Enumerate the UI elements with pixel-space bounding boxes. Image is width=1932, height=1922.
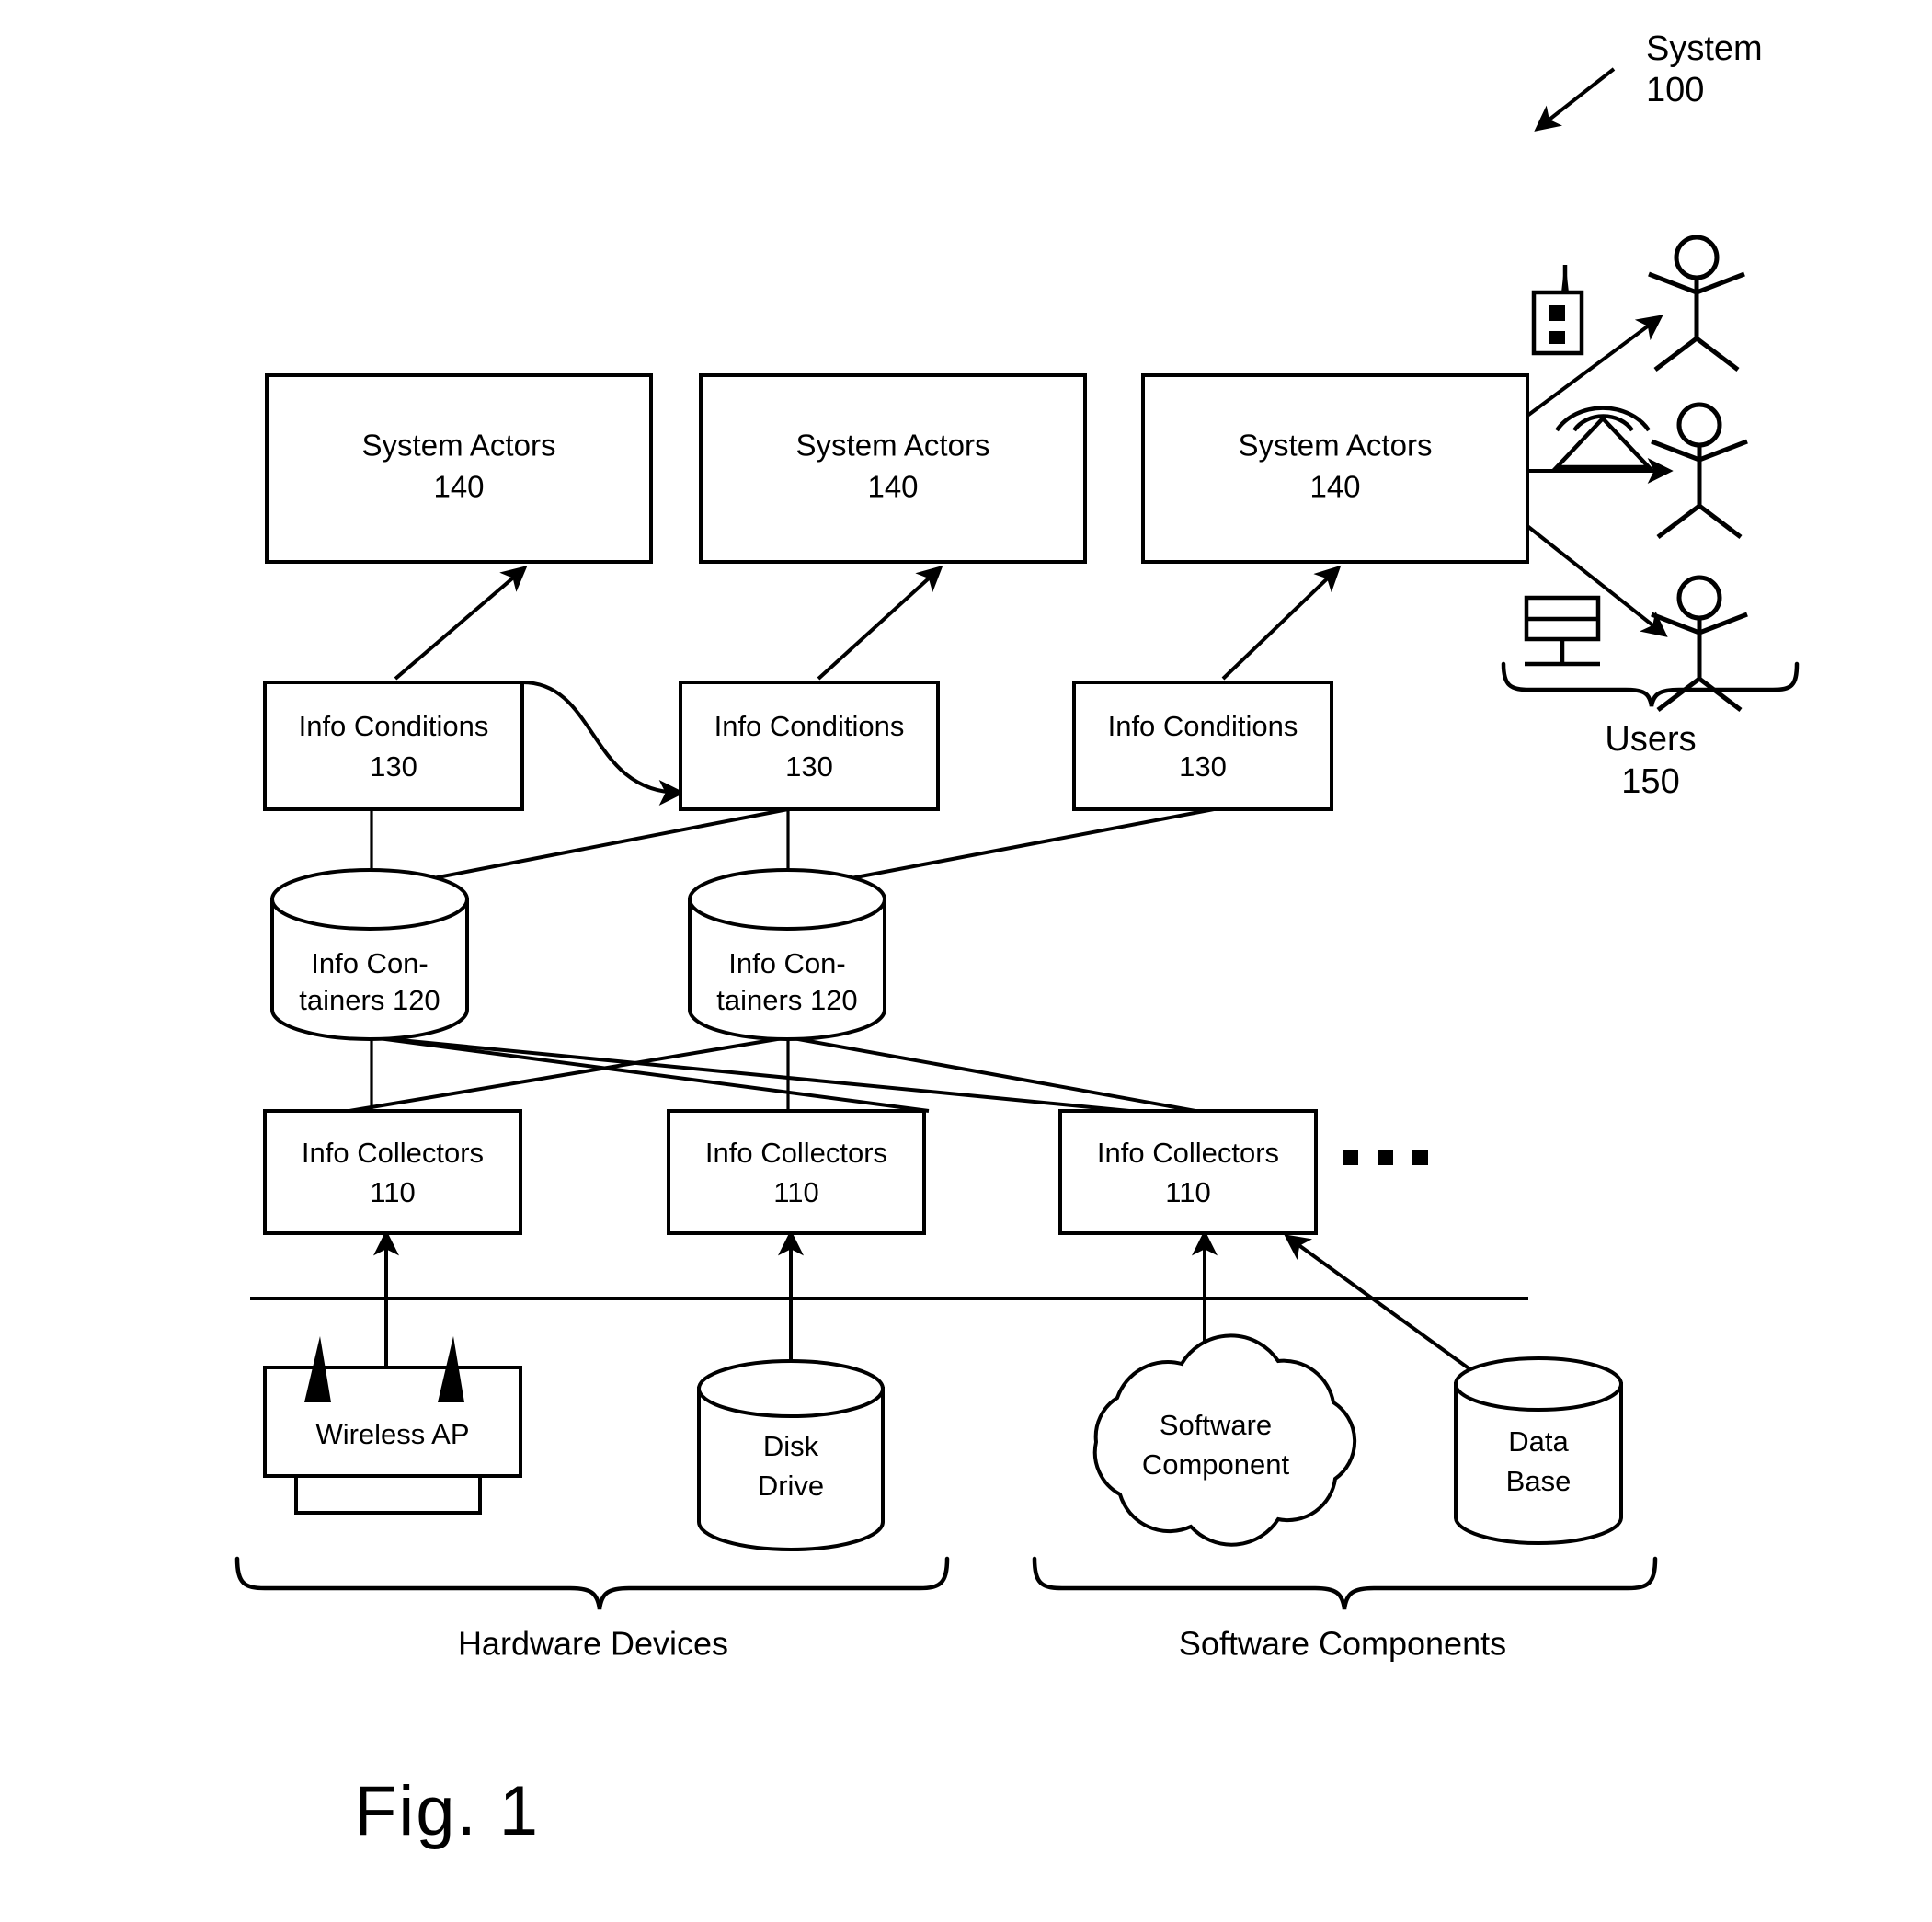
telephone-icon bbox=[1551, 406, 1654, 470]
info-containers-line2-2: tainers 120 bbox=[716, 984, 857, 1016]
stick-figure-icon-1 bbox=[1648, 235, 1745, 372]
info-collectors-ref-1: 110 bbox=[370, 1176, 415, 1208]
system-callout-label: System bbox=[1646, 29, 1763, 68]
database-node[interactable]: Data Base bbox=[1454, 1356, 1623, 1545]
system-actors-box-1[interactable]: System Actors 140 bbox=[265, 373, 653, 564]
info-collectors-box-2[interactable]: Info Collectors 110 bbox=[667, 1109, 926, 1235]
info-collectors-box-3[interactable]: Info Collectors 110 bbox=[1058, 1109, 1318, 1235]
connector-cond3-to-actor3 bbox=[1221, 565, 1342, 681]
info-collectors-title-1: Info Collectors bbox=[302, 1137, 484, 1169]
info-conditions-box-2[interactable]: Info Conditions 130 bbox=[679, 681, 940, 811]
info-collectors-box-1[interactable]: Info Collectors 110 bbox=[263, 1109, 522, 1235]
system-actors-title-3: System Actors bbox=[1239, 429, 1433, 463]
info-conditions-ref-1: 130 bbox=[370, 750, 417, 783]
software-component-node[interactable]: Software Component bbox=[1092, 1333, 1357, 1547]
software-component-line2: Component bbox=[1142, 1448, 1290, 1481]
connector-actor3-to-user1 bbox=[1526, 315, 1663, 418]
info-containers-line2-1: tainers 120 bbox=[299, 984, 440, 1016]
connector-container1-to-collector3b bbox=[371, 1035, 1196, 1119]
users-ref: 150 bbox=[1621, 762, 1679, 801]
info-collectors-title-3: Info Collectors bbox=[1097, 1137, 1279, 1169]
software-components-label: Software Components bbox=[1179, 1625, 1506, 1663]
info-containers-cylinder-1[interactable]: Info Con- tainers 120 bbox=[270, 868, 469, 1041]
disk-drive-line2: Drive bbox=[758, 1470, 824, 1502]
connector-cond1-to-cond2-curve bbox=[521, 681, 685, 806]
users-label: Users bbox=[1605, 720, 1696, 759]
system-actors-ref-2: 140 bbox=[867, 470, 918, 504]
info-collectors-ref-3: 110 bbox=[1165, 1176, 1210, 1208]
system-callout-arrow bbox=[1534, 67, 1616, 132]
hardware-devices-group: Hardware Devices bbox=[234, 1556, 950, 1663]
wireless-ap-node[interactable]: Wireless AP bbox=[263, 1336, 522, 1515]
database-line2: Base bbox=[1506, 1465, 1572, 1497]
connector-group-actors-to-users bbox=[1526, 315, 1674, 637]
software-components-group: Software Components bbox=[1032, 1556, 1658, 1663]
system-actors-ref-3: 140 bbox=[1309, 470, 1360, 504]
wireless-ap-label: Wireless AP bbox=[315, 1418, 469, 1450]
system-callout: System 100 bbox=[1534, 29, 1763, 132]
connector-cond2-to-actor2 bbox=[817, 565, 943, 681]
ellipsis-more-collectors bbox=[1343, 1150, 1428, 1165]
info-collectors-title-2: Info Collectors bbox=[705, 1137, 887, 1169]
pager-icon bbox=[1531, 265, 1584, 356]
system-actors-box-3[interactable]: System Actors 140 bbox=[1141, 373, 1529, 564]
system-actors-title-1: System Actors bbox=[362, 429, 556, 463]
info-containers-line1-2: Info Con- bbox=[728, 947, 846, 979]
patent-figure: System 100 System Actors 140 System Acto… bbox=[0, 0, 1932, 1922]
users-group: Users 150 bbox=[1501, 661, 1800, 801]
info-containers-line1-1: Info Con- bbox=[311, 947, 429, 979]
hardware-devices-label: Hardware Devices bbox=[458, 1625, 728, 1663]
connector-database-to-collector3 bbox=[1284, 1234, 1473, 1372]
disk-drive-node[interactable]: Disk Drive bbox=[697, 1359, 885, 1551]
info-conditions-title-2: Info Conditions bbox=[714, 710, 905, 742]
connector-cond1-to-actor1 bbox=[394, 565, 528, 681]
connector-container2-to-collector1 bbox=[349, 1035, 789, 1113]
info-collectors-ref-2: 110 bbox=[773, 1176, 818, 1208]
system-architecture-diagram: System 100 System Actors 140 System Acto… bbox=[234, 29, 1800, 1850]
system-callout-ref: 100 bbox=[1646, 71, 1704, 109]
system-actors-box-2[interactable]: System Actors 140 bbox=[699, 373, 1087, 564]
info-conditions-title-1: Info Conditions bbox=[299, 710, 489, 742]
info-conditions-box-3[interactable]: Info Conditions 130 bbox=[1072, 681, 1333, 811]
database-line1: Data bbox=[1508, 1425, 1569, 1458]
disk-drive-line1: Disk bbox=[763, 1430, 819, 1462]
info-conditions-title-3: Info Conditions bbox=[1108, 710, 1298, 742]
system-actors-title-2: System Actors bbox=[796, 429, 990, 463]
connector-group-conditions-to-actors bbox=[394, 565, 1342, 681]
info-conditions-box-1[interactable]: Info Conditions 130 bbox=[263, 681, 524, 811]
info-containers-cylinder-2[interactable]: Info Con- tainers 120 bbox=[688, 868, 886, 1041]
system-actors-ref-1: 140 bbox=[433, 470, 484, 504]
info-conditions-ref-3: 130 bbox=[1179, 750, 1227, 783]
figure-caption: Fig. 1 bbox=[354, 1772, 540, 1850]
info-conditions-ref-2: 130 bbox=[785, 750, 833, 783]
software-component-line1: Software bbox=[1160, 1409, 1272, 1441]
connector-group-collectors-to-containers bbox=[349, 1035, 1196, 1119]
connector-group-sources-to-collectors bbox=[373, 1230, 1473, 1379]
computer-monitor-icon bbox=[1524, 595, 1601, 667]
